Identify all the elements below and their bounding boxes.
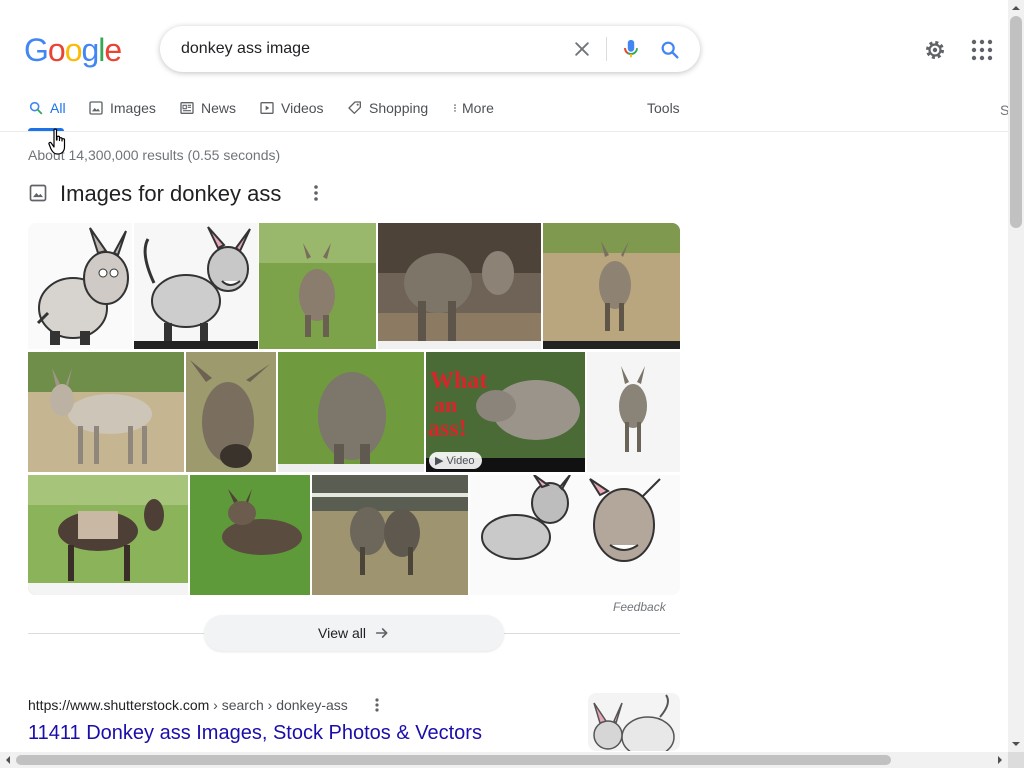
tab-videos[interactable]: Videos <box>259 100 324 116</box>
donkey-photo <box>28 475 188 595</box>
cartoon-donkey-image <box>36 227 129 345</box>
logo-text: Google <box>24 32 122 68</box>
search-divider <box>606 37 607 61</box>
image-thumbnail[interactable] <box>278 352 424 472</box>
image-thumbnail[interactable] <box>259 223 376 349</box>
donkey-photo <box>28 352 184 464</box>
tools-button[interactable]: Tools <box>647 100 680 116</box>
search-icon[interactable] <box>659 39 681 61</box>
scrollbar-corner <box>1008 752 1024 768</box>
horizontal-scroll-thumb[interactable] <box>16 755 891 765</box>
search-box[interactable]: donkey ass image <box>160 26 700 72</box>
feedback-link[interactable]: Feedback <box>613 600 666 614</box>
gear-icon[interactable] <box>923 38 947 62</box>
news-icon <box>180 102 194 114</box>
image-thumbnail[interactable] <box>134 223 258 349</box>
mic-icon[interactable] <box>620 38 642 60</box>
image-thumbnail[interactable] <box>28 223 132 349</box>
cartoon-donkey-image <box>481 475 661 562</box>
result-breadcrumb: › search › donkey-ass <box>209 697 348 713</box>
donkey-photo <box>619 366 647 452</box>
tab-label: More <box>462 100 494 116</box>
result-thumbnail[interactable] <box>588 693 680 751</box>
image-thumbnail[interactable] <box>312 475 468 595</box>
image-icon <box>89 101 103 115</box>
apps-grid-icon[interactable] <box>970 38 994 62</box>
google-logo[interactable]: Google <box>24 32 122 69</box>
image-thumbnail[interactable] <box>587 352 680 472</box>
scroll-left-arrow-icon[interactable] <box>0 752 16 768</box>
more-vert-icon[interactable] <box>308 183 324 203</box>
scroll-up-arrow-icon[interactable] <box>1008 0 1024 16</box>
scroll-down-arrow-icon[interactable] <box>1008 736 1024 752</box>
donkey-photo <box>222 489 302 555</box>
donkey-photo <box>278 372 424 472</box>
logo-letter: G <box>24 32 49 68</box>
header-divider <box>0 131 1008 132</box>
more-vert-icon <box>454 104 456 112</box>
tools-label: Tools <box>647 100 680 116</box>
donkey-photo <box>378 223 541 349</box>
result-url[interactable]: https://www.shutterstock.com › search › … <box>28 697 348 713</box>
image-thumbnail[interactable] <box>543 223 680 349</box>
tab-label: News <box>201 100 237 116</box>
image-thumbnail[interactable]: What an ass! ▶ Video <box>426 352 585 472</box>
result-title-link[interactable]: 11411 Donkey ass Images, Stock Photos & … <box>28 722 482 745</box>
image-thumbnail[interactable] <box>470 475 680 595</box>
image-thumbnail[interactable] <box>28 475 188 595</box>
logo-letter: o <box>64 32 83 68</box>
cartoon-donkey-image <box>134 226 258 349</box>
donkey-photo <box>190 360 270 468</box>
tab-label: Images <box>110 100 156 116</box>
view-all-button[interactable]: View all <box>204 615 504 651</box>
image-thumbnail[interactable] <box>28 352 184 472</box>
svg-text:ass!: ass! <box>428 416 467 442</box>
tab-all[interactable]: All <box>28 100 66 116</box>
image-thumbnail[interactable] <box>190 475 310 595</box>
scroll-right-arrow-icon[interactable] <box>992 752 1008 768</box>
svg-text:What: What <box>430 368 487 394</box>
images-section-title[interactable]: Images for donkey ass <box>60 181 281 207</box>
image-thumbnail[interactable] <box>378 223 541 349</box>
tag-icon <box>348 101 361 114</box>
tab-more[interactable]: More <box>450 100 494 116</box>
logo-letter: e <box>104 32 122 68</box>
tab-label: All <box>50 100 66 116</box>
vertical-scroll-thumb[interactable] <box>1010 16 1022 228</box>
video-badge-label: Video <box>446 455 475 467</box>
svg-text:an: an <box>434 392 457 417</box>
tab-label: Videos <box>281 100 324 116</box>
view-all-label: View all <box>318 625 366 641</box>
donkey-photo <box>312 475 468 575</box>
more-vert-icon[interactable] <box>370 697 384 713</box>
video-badge: ▶ Video <box>429 452 483 469</box>
image-grid: What an ass! ▶ Video <box>28 223 680 595</box>
video-icon <box>260 102 274 114</box>
tab-shopping[interactable]: Shopping <box>347 100 428 116</box>
image-thumbnail[interactable] <box>186 352 276 472</box>
hand-cursor-icon <box>48 128 66 155</box>
search-input[interactable]: donkey ass image <box>181 40 310 58</box>
donkey-photo <box>259 223 376 337</box>
image-icon <box>29 184 47 202</box>
logo-letter: o <box>47 32 66 68</box>
tab-label: Shopping <box>369 100 429 116</box>
logo-letter: g <box>81 32 99 68</box>
donkey-photo <box>543 223 680 349</box>
result-domain: https://www.shutterstock.com <box>28 697 210 713</box>
tab-images[interactable]: Images <box>88 100 156 116</box>
tab-news[interactable]: News <box>179 100 236 116</box>
clear-icon[interactable] <box>572 39 592 59</box>
cartoon-donkey-image <box>593 694 675 751</box>
arrow-right-icon <box>375 628 388 638</box>
search-icon <box>29 101 43 115</box>
